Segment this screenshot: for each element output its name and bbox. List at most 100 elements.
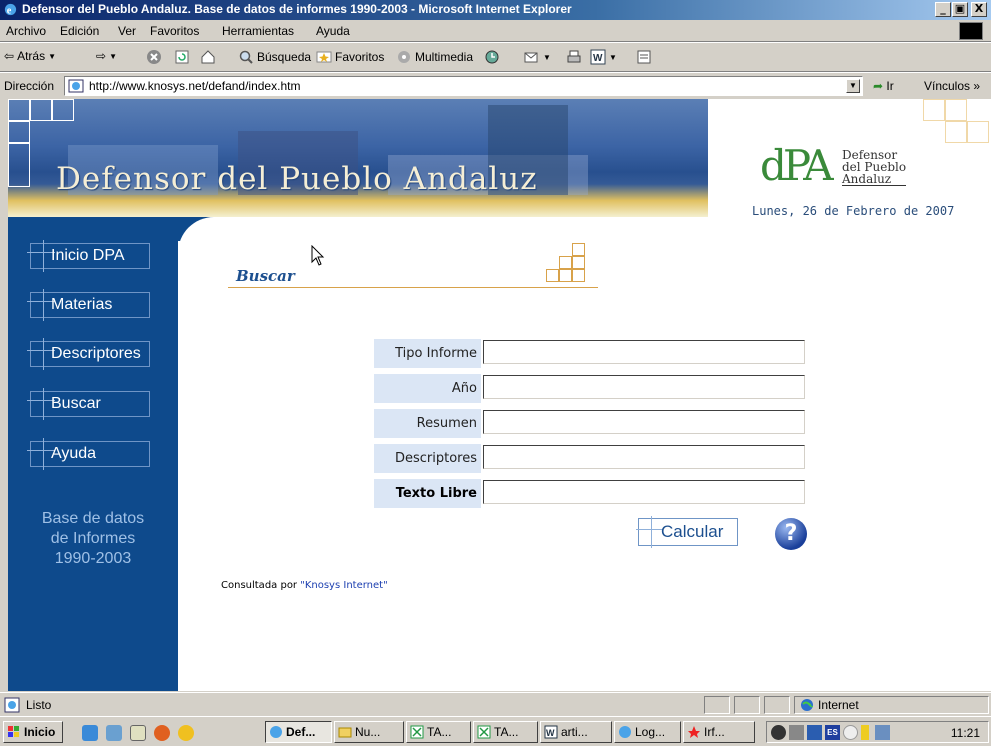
multimedia-button[interactable]: Multimedia <box>396 49 473 65</box>
quicklaunch-outlook-icon[interactable] <box>106 725 122 741</box>
windows-logo-icon <box>959 22 983 40</box>
ie-page-icon <box>68 79 84 93</box>
task-label: arti... <box>561 725 588 739</box>
start-label: Inicio <box>24 725 56 739</box>
stop-button[interactable] <box>146 49 162 65</box>
banner-title: Defensor del Pueblo Andaluz <box>56 161 538 197</box>
status-text: Listo <box>26 698 52 712</box>
calcular-label: Calcular <box>661 522 724 541</box>
edit-word-button[interactable]: W ▼ <box>590 49 617 65</box>
nav-cross-decoration <box>43 338 44 370</box>
menu-ayuda[interactable]: Ayuda <box>316 24 350 38</box>
tipo-informe-input[interactable] <box>483 340 805 364</box>
language-indicator[interactable]: ES <box>825 725 840 740</box>
discuss-button[interactable] <box>636 49 652 65</box>
links-button[interactable]: Vínculos » <box>924 79 980 93</box>
logo-line: Andaluz <box>842 173 907 186</box>
calcular-button[interactable]: Calcular <box>636 516 738 548</box>
quicklaunch-ie-icon[interactable] <box>82 725 98 741</box>
address-input[interactable]: http://www.knosys.net/defand/index.htm ▼ <box>64 76 863 96</box>
task-excel-2[interactable]: TA... <box>473 721 538 743</box>
nav-cross-decoration <box>43 438 44 470</box>
menu-ver[interactable]: Ver <box>118 24 136 38</box>
folder-icon <box>338 727 352 738</box>
resumen-input[interactable] <box>483 410 805 434</box>
button-cross-decoration <box>651 516 652 548</box>
grid-decoration <box>572 243 585 256</box>
address-dropdown-icon[interactable]: ▼ <box>846 79 860 93</box>
quicklaunch-firefox-icon[interactable] <box>154 725 170 741</box>
knosys-link[interactable]: "Knosys Internet" <box>300 580 387 591</box>
forward-button[interactable]: ⇨ ▼ <box>96 49 117 63</box>
close-button[interactable]: X <box>971 2 987 17</box>
info-line: de Informes <box>50 530 136 547</box>
menu-edicion[interactable]: Edición <box>60 24 99 38</box>
nav-ayuda[interactable]: Ayuda <box>27 438 150 470</box>
print-button[interactable] <box>566 49 582 65</box>
home-button[interactable] <box>200 49 216 65</box>
descriptores-input[interactable] <box>483 445 805 469</box>
task-word[interactable]: W arti... <box>540 721 612 743</box>
mouse-cursor-icon <box>311 245 325 266</box>
print-icon <box>567 50 581 63</box>
history-button[interactable] <box>484 49 500 65</box>
nav-inicio-dpa[interactable]: Inicio DPA <box>27 240 150 272</box>
svg-text:W: W <box>546 728 555 738</box>
forward-arrow-icon: ⇨ <box>96 49 107 63</box>
task-folder[interactable]: Nu... <box>334 721 404 743</box>
go-button[interactable]: ➦ Ir <box>873 79 894 93</box>
task-irf[interactable]: Irf... <box>683 721 755 743</box>
help-icon[interactable]: ? <box>775 518 807 550</box>
ano-input[interactable] <box>483 375 805 399</box>
grid-decoration <box>559 269 572 282</box>
task-label: Def... <box>286 725 316 739</box>
texto-libre-input[interactable] <box>483 480 805 504</box>
refresh-button[interactable] <box>174 49 190 65</box>
info-line: Base de datos <box>41 510 145 527</box>
left-nav: Inicio DPA Materias Descriptores Buscar … <box>8 217 178 691</box>
field-label: Texto Libre <box>374 479 481 508</box>
tray-media-icon[interactable] <box>771 725 786 740</box>
tray-alert-icon[interactable] <box>861 725 869 740</box>
grid-decoration <box>967 121 989 143</box>
nav-cross-decoration <box>43 388 44 420</box>
grid-decoration <box>945 99 967 121</box>
nav-descriptores[interactable]: Descriptores <box>27 338 150 370</box>
network-icon[interactable] <box>807 725 822 740</box>
task-excel-1[interactable]: TA... <box>406 721 471 743</box>
grid-decoration <box>8 99 30 121</box>
security-zone: Internet <box>800 698 859 712</box>
task-label: Log... <box>635 725 666 739</box>
nav-cross-decoration <box>43 240 44 272</box>
app-icon <box>688 726 700 738</box>
nav-materias[interactable]: Materias <box>27 289 150 321</box>
search-button[interactable]: Búsqueda <box>238 49 311 65</box>
mail-button[interactable]: ▼ <box>524 49 551 65</box>
favorites-button[interactable]: Favoritos <box>316 49 384 65</box>
maximize-button[interactable]: ▣ <box>952 2 968 17</box>
address-bar: Dirección http://www.knosys.net/defand/i… <box>0 72 991 98</box>
volume-icon[interactable] <box>789 725 804 740</box>
quicklaunch-media-icon[interactable] <box>178 725 194 741</box>
back-button[interactable]: ⇦ Atrás ▼ <box>4 49 56 63</box>
task-log[interactable]: Log... <box>614 721 681 743</box>
menu-bar: Archivo Edición Ver Favoritos Herramient… <box>0 20 991 42</box>
menu-archivo[interactable]: Archivo <box>6 24 46 38</box>
nav-buscar[interactable]: Buscar <box>27 388 150 420</box>
database-info: Base de datos de Informes 1990-2003 <box>18 509 168 569</box>
quicklaunch-desktop-icon[interactable] <box>130 725 146 741</box>
minimize-button[interactable]: _ <box>935 2 951 17</box>
tray-panda-icon[interactable] <box>843 725 858 740</box>
menu-favoritos[interactable]: Favoritos <box>150 24 199 38</box>
status-bar: Listo Internet <box>0 692 991 716</box>
favorites-label: Favoritos <box>335 50 385 64</box>
back-arrow-icon: ⇦ <box>4 49 15 63</box>
logo-mark: dPA <box>760 141 834 190</box>
task-defensor[interactable]: Def... <box>265 721 332 743</box>
go-arrow-icon: ➦ <box>873 79 884 93</box>
tray-app-icon[interactable] <box>875 725 890 740</box>
task-label: TA... <box>427 725 452 739</box>
menu-herramientas[interactable]: Herramientas <box>222 24 294 38</box>
start-button[interactable]: Inicio <box>3 721 63 743</box>
refresh-icon <box>175 50 189 64</box>
